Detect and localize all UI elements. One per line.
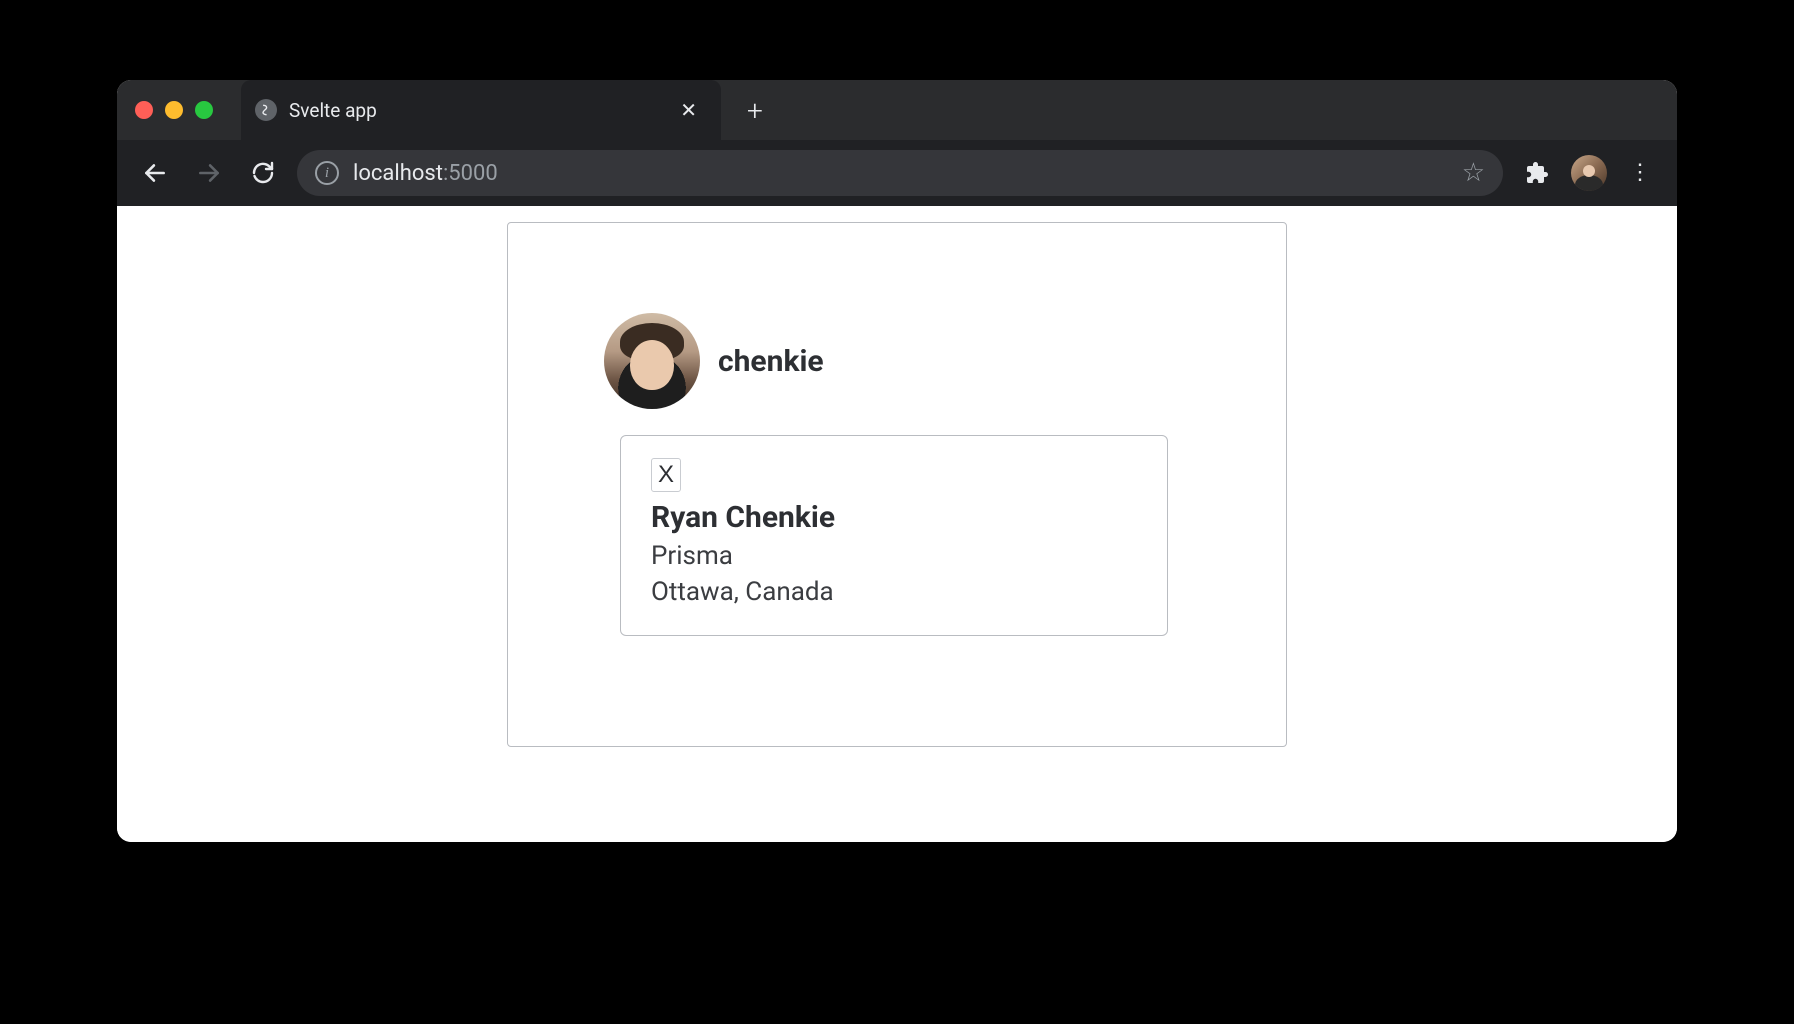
close-detail-button[interactable]: X [651,458,681,492]
new-tab-button[interactable]: + [731,94,779,127]
url-port: :5000 [443,161,498,186]
url-host: localhost [353,161,443,186]
nav-forward-button[interactable] [189,153,229,193]
title-bar: Svelte app ✕ + [117,80,1677,140]
user-avatar [604,313,700,409]
user-handle: chenkie [718,344,824,379]
user-company: Prisma [651,541,1137,571]
window-close-button[interactable] [135,101,153,119]
browser-tab[interactable]: Svelte app ✕ [241,80,721,140]
tab-title: Svelte app [289,99,662,122]
window-minimize-button[interactable] [165,101,183,119]
extensions-icon[interactable] [1517,153,1557,193]
user-card: chenkie X Ryan Chenkie Prisma Ottawa, Ca… [507,222,1287,747]
toolbar: i localhost:5000 ☆ ⋮ [117,140,1677,206]
bookmark-star-icon[interactable]: ☆ [1462,158,1485,188]
address-bar[interactable]: i localhost:5000 ☆ [297,150,1503,196]
url-display: localhost:5000 [353,161,498,186]
site-info-icon[interactable]: i [315,161,339,185]
user-detail-card: X Ryan Chenkie Prisma Ottawa, Canada [620,435,1168,636]
browser-window: Svelte app ✕ + i localhost:5000 ☆ ⋮ [117,80,1677,842]
page-viewport: chenkie X Ryan Chenkie Prisma Ottawa, Ca… [117,206,1677,842]
profile-avatar[interactable] [1571,155,1607,191]
address-bar-actions: ☆ [1462,158,1485,188]
traffic-lights [135,101,213,119]
browser-menu-button[interactable]: ⋮ [1621,162,1659,184]
user-summary-row: chenkie [604,313,1190,409]
reload-button[interactable] [243,153,283,193]
user-full-name: Ryan Chenkie [651,500,1137,535]
window-maximize-button[interactable] [195,101,213,119]
nav-back-button[interactable] [135,153,175,193]
tab-close-button[interactable]: ✕ [674,94,703,126]
user-location: Ottawa, Canada [651,577,1137,607]
svelte-favicon-icon [255,99,277,121]
